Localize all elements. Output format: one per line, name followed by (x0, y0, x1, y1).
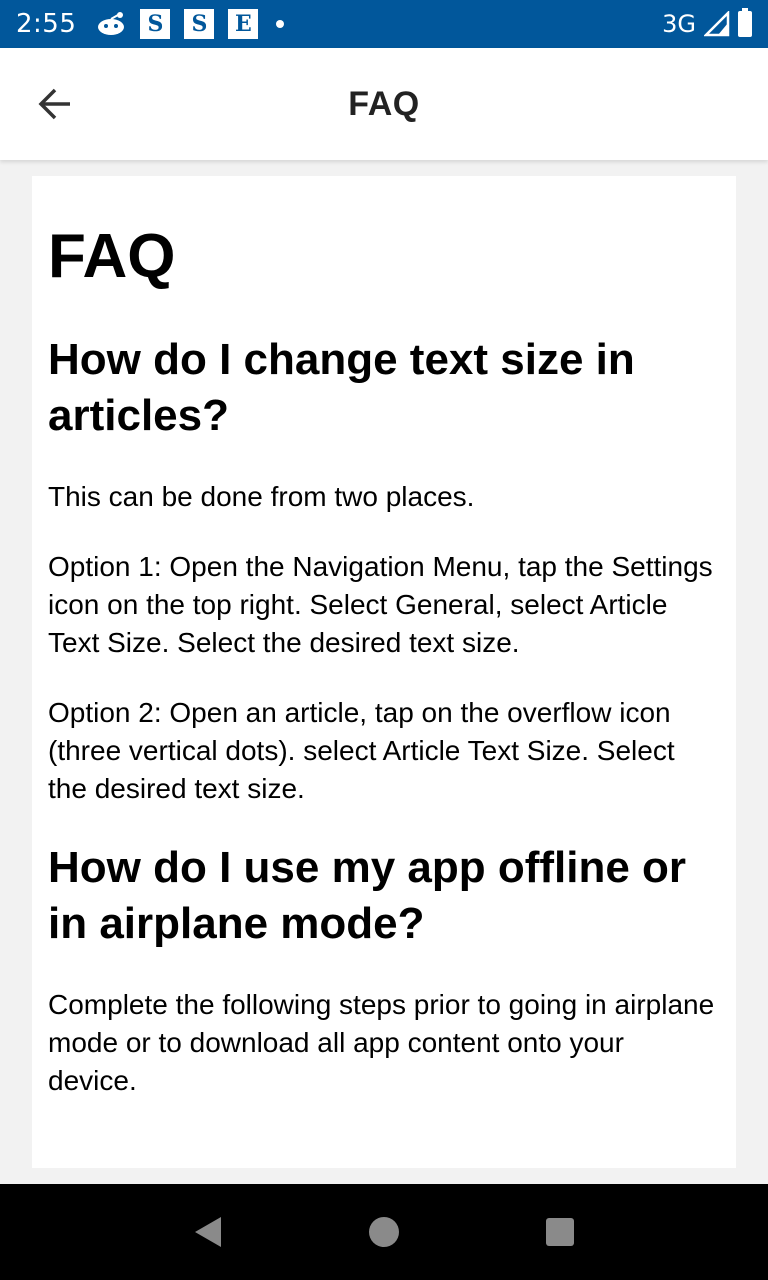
dot-icon (276, 20, 285, 28)
battery-icon (738, 8, 752, 37)
notification-badge-e: E (228, 9, 259, 39)
back-button[interactable] (28, 76, 84, 132)
faq-answer-paragraph: Option 1: Open the Navigation Menu, tap … (48, 551, 713, 659)
faq-question: How do I use my app offline or in airpla… (48, 843, 687, 949)
system-nav-bar (0, 1184, 768, 1280)
home-circle-icon (369, 1217, 399, 1247)
signal-icon (704, 11, 730, 37)
notification-badge-s1: S (140, 9, 171, 39)
faq-content[interactable]: FAQ How do I change text size in article… (32, 176, 736, 1168)
arrow-back-icon (38, 88, 70, 120)
faq-answer-paragraph: Option 2: Open an article, tap on the ov… (48, 697, 675, 805)
notification-icons: S S E (96, 9, 285, 39)
recents-square-icon (546, 1218, 574, 1246)
nav-back-button[interactable] (184, 1208, 232, 1256)
nav-recents-button[interactable] (536, 1208, 584, 1256)
nav-home-button[interactable] (360, 1208, 408, 1256)
page-title: FAQ (48, 222, 176, 291)
app-bar: FAQ (0, 48, 768, 160)
faq-question: How do I change text size in articles? (48, 335, 635, 441)
app-bar-title: FAQ (348, 84, 420, 123)
network-label: 3G (662, 10, 696, 38)
faq-answer-paragraph: Complete the following steps prior to go… (48, 989, 715, 1097)
status-right: 3G (662, 8, 752, 38)
status-bar: 2:55 S S E 3G (0, 0, 768, 48)
back-triangle-icon (195, 1217, 221, 1247)
faq-answer-paragraph: This can be done from two places. (48, 481, 475, 513)
status-time: 2:55 (16, 9, 77, 39)
notification-badge-s2: S (184, 9, 215, 39)
reddit-icon (98, 12, 125, 35)
